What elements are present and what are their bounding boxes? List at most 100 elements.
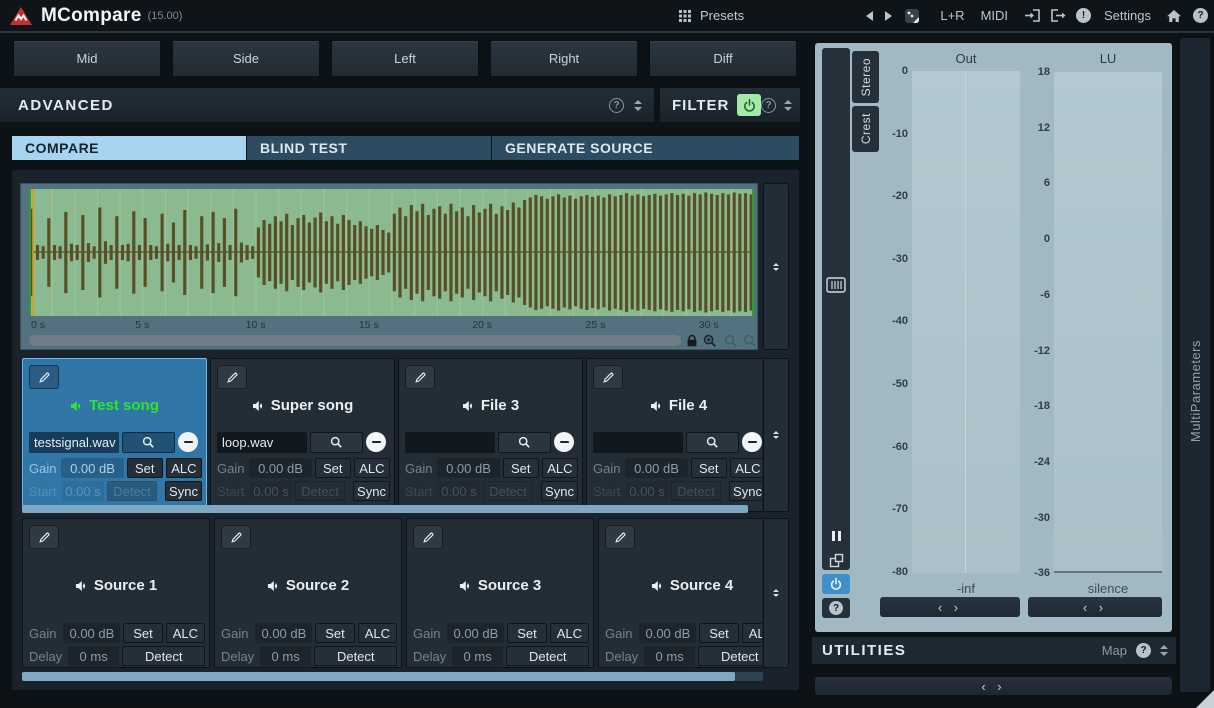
alc-button[interactable]: ALC [354, 458, 390, 478]
filename-field[interactable]: loop.wav [217, 432, 307, 453]
alc-button[interactable]: ALC [742, 623, 762, 643]
detect-button[interactable]: Detect [671, 481, 721, 501]
midi-button[interactable]: MIDI [981, 8, 1008, 23]
import-button[interactable] [1024, 8, 1041, 23]
filter-help-icon[interactable]: ? [761, 98, 776, 113]
alc-button[interactable]: ALC [358, 623, 397, 643]
detect-button[interactable]: Detect [314, 646, 397, 666]
sources-resize-strip[interactable] [763, 518, 789, 668]
filter-collapse-control[interactable] [784, 100, 792, 111]
alc-button[interactable]: ALC [550, 623, 589, 643]
filter-power-button[interactable] [737, 94, 761, 116]
gain-value[interactable]: 0.00 dB [61, 458, 123, 478]
source-slot[interactable]: Source 1 Gain 0.00 dB Set ALC Delay 0 ms… [22, 518, 210, 668]
start-value[interactable]: 0.00 s [626, 481, 668, 501]
alc-button[interactable]: ALC [166, 458, 202, 478]
files-resize-strip[interactable] [763, 358, 789, 512]
filename-field[interactable]: testsignal.wav [29, 432, 119, 453]
tab-generate-source[interactable]: GENERATE SOURCE [492, 136, 799, 160]
file-slot[interactable]: File 4 Gain 0.00 dB Set ALC Start 0.00 s… [586, 358, 762, 512]
files-scrollbar[interactable] [22, 505, 748, 513]
source-slot[interactable]: Source 2 Gain 0.00 dB Set ALC Delay 0 ms… [214, 518, 402, 668]
gain-value[interactable]: 0.00 dB [249, 458, 311, 478]
start-value[interactable]: 0.00 s [438, 481, 480, 501]
set-button[interactable]: Set [127, 458, 163, 478]
settings-button[interactable]: Settings [1104, 8, 1151, 23]
map-button[interactable]: Map [1102, 643, 1127, 658]
detect-button[interactable]: Detect [122, 646, 205, 666]
file-slot[interactable]: Super song loop.wav Gain 0.00 dB Set ALC… [210, 358, 395, 512]
sources-scrollbar-track[interactable] [22, 672, 763, 681]
sync-button[interactable]: Sync [729, 481, 762, 501]
meter-power-button[interactable] [822, 574, 850, 594]
remove-button[interactable] [742, 432, 762, 452]
popup-button[interactable] [822, 550, 850, 570]
waveform-resize-strip[interactable] [763, 183, 789, 350]
edit-button[interactable] [217, 365, 247, 389]
edit-button[interactable] [593, 365, 623, 389]
gain-value[interactable]: 0.00 dB [63, 623, 120, 643]
channel-button-diff[interactable]: Diff [649, 40, 797, 77]
edit-button[interactable] [405, 365, 435, 389]
delay-value[interactable]: 0 ms [260, 646, 312, 666]
advanced-section-header[interactable]: ADVANCED ? [0, 88, 654, 122]
presets-button[interactable]: Presets [678, 0, 744, 31]
advanced-help-icon[interactable]: ? [609, 98, 624, 113]
meter-help-button[interactable]: ? [822, 598, 850, 618]
remove-button[interactable] [554, 432, 574, 452]
channel-button-side[interactable]: Side [172, 40, 320, 77]
gain-value[interactable]: 0.00 dB [639, 623, 696, 643]
advanced-collapse-control[interactable] [634, 100, 642, 111]
zoom-in-button[interactable] [703, 334, 717, 353]
utilities-help-icon[interactable]: ? [1136, 643, 1151, 658]
detect-button[interactable]: Detect [295, 481, 345, 501]
utilities-section-header[interactable]: UTILITIES Map ? [812, 637, 1176, 664]
edit-button[interactable] [413, 525, 443, 549]
panel-resize-bar[interactable]: ‹ › [815, 677, 1172, 695]
browse-button[interactable] [686, 432, 739, 453]
delay-value[interactable]: 0 ms [452, 646, 504, 666]
set-button[interactable]: Set [699, 623, 738, 643]
delay-value[interactable]: 0 ms [644, 646, 696, 666]
channel-mode-button[interactable]: L+R [940, 8, 964, 23]
channel-button-mid[interactable]: Mid [13, 40, 161, 77]
edit-button[interactable] [29, 525, 59, 549]
sync-button[interactable]: Sync [353, 481, 390, 501]
remove-button[interactable] [366, 432, 386, 452]
zoom-out-button[interactable] [724, 334, 738, 353]
sync-button[interactable]: Sync [541, 481, 578, 501]
tab-compare[interactable]: COMPARE [12, 136, 246, 160]
gain-value[interactable]: 0.00 dB [437, 458, 499, 478]
help-button[interactable]: ? [1193, 8, 1208, 23]
multiparameters-strip[interactable]: MultiParameters [1180, 38, 1210, 692]
gain-value[interactable]: 0.00 dB [255, 623, 312, 643]
edit-button[interactable] [605, 525, 635, 549]
start-value[interactable]: 0.00 s [62, 481, 104, 501]
remove-button[interactable] [178, 432, 198, 452]
alc-button[interactable]: ALC [166, 623, 205, 643]
sync-button[interactable]: Sync [165, 481, 202, 501]
waveform-scrollbar[interactable] [29, 335, 681, 346]
lu-resize-bar[interactable]: ‹ › [1028, 597, 1162, 617]
gain-value[interactable]: 0.00 dB [625, 458, 687, 478]
preset-next-button[interactable] [885, 11, 892, 21]
delay-value[interactable]: 0 ms [68, 646, 120, 666]
window-resize-grip[interactable] [1196, 690, 1214, 708]
alc-button[interactable]: ALC [542, 458, 578, 478]
lock-button[interactable] [686, 334, 698, 352]
waveform-display[interactable]: 0 s5 s10 s15 s20 s25 s30 s [20, 183, 758, 350]
export-button[interactable] [1050, 8, 1067, 23]
start-value[interactable]: 0.00 s [250, 481, 292, 501]
set-button[interactable]: Set [315, 458, 351, 478]
source-slot[interactable]: Source 4 Gain 0.00 dB Set ALC Delay 0 ms… [598, 518, 762, 668]
set-button[interactable]: Set [315, 623, 354, 643]
set-button[interactable]: Set [691, 458, 727, 478]
set-button[interactable]: Set [503, 458, 539, 478]
tab-blind-test[interactable]: BLIND TEST [247, 136, 491, 160]
utilities-collapse-control[interactable] [1160, 645, 1168, 656]
sources-scrollbar[interactable] [22, 672, 735, 681]
zoom-fit-button[interactable] [743, 334, 757, 353]
out-resize-bar[interactable]: ‹ › [880, 597, 1020, 617]
channel-button-left[interactable]: Left [331, 40, 479, 77]
random-preset-button[interactable] [904, 8, 920, 24]
